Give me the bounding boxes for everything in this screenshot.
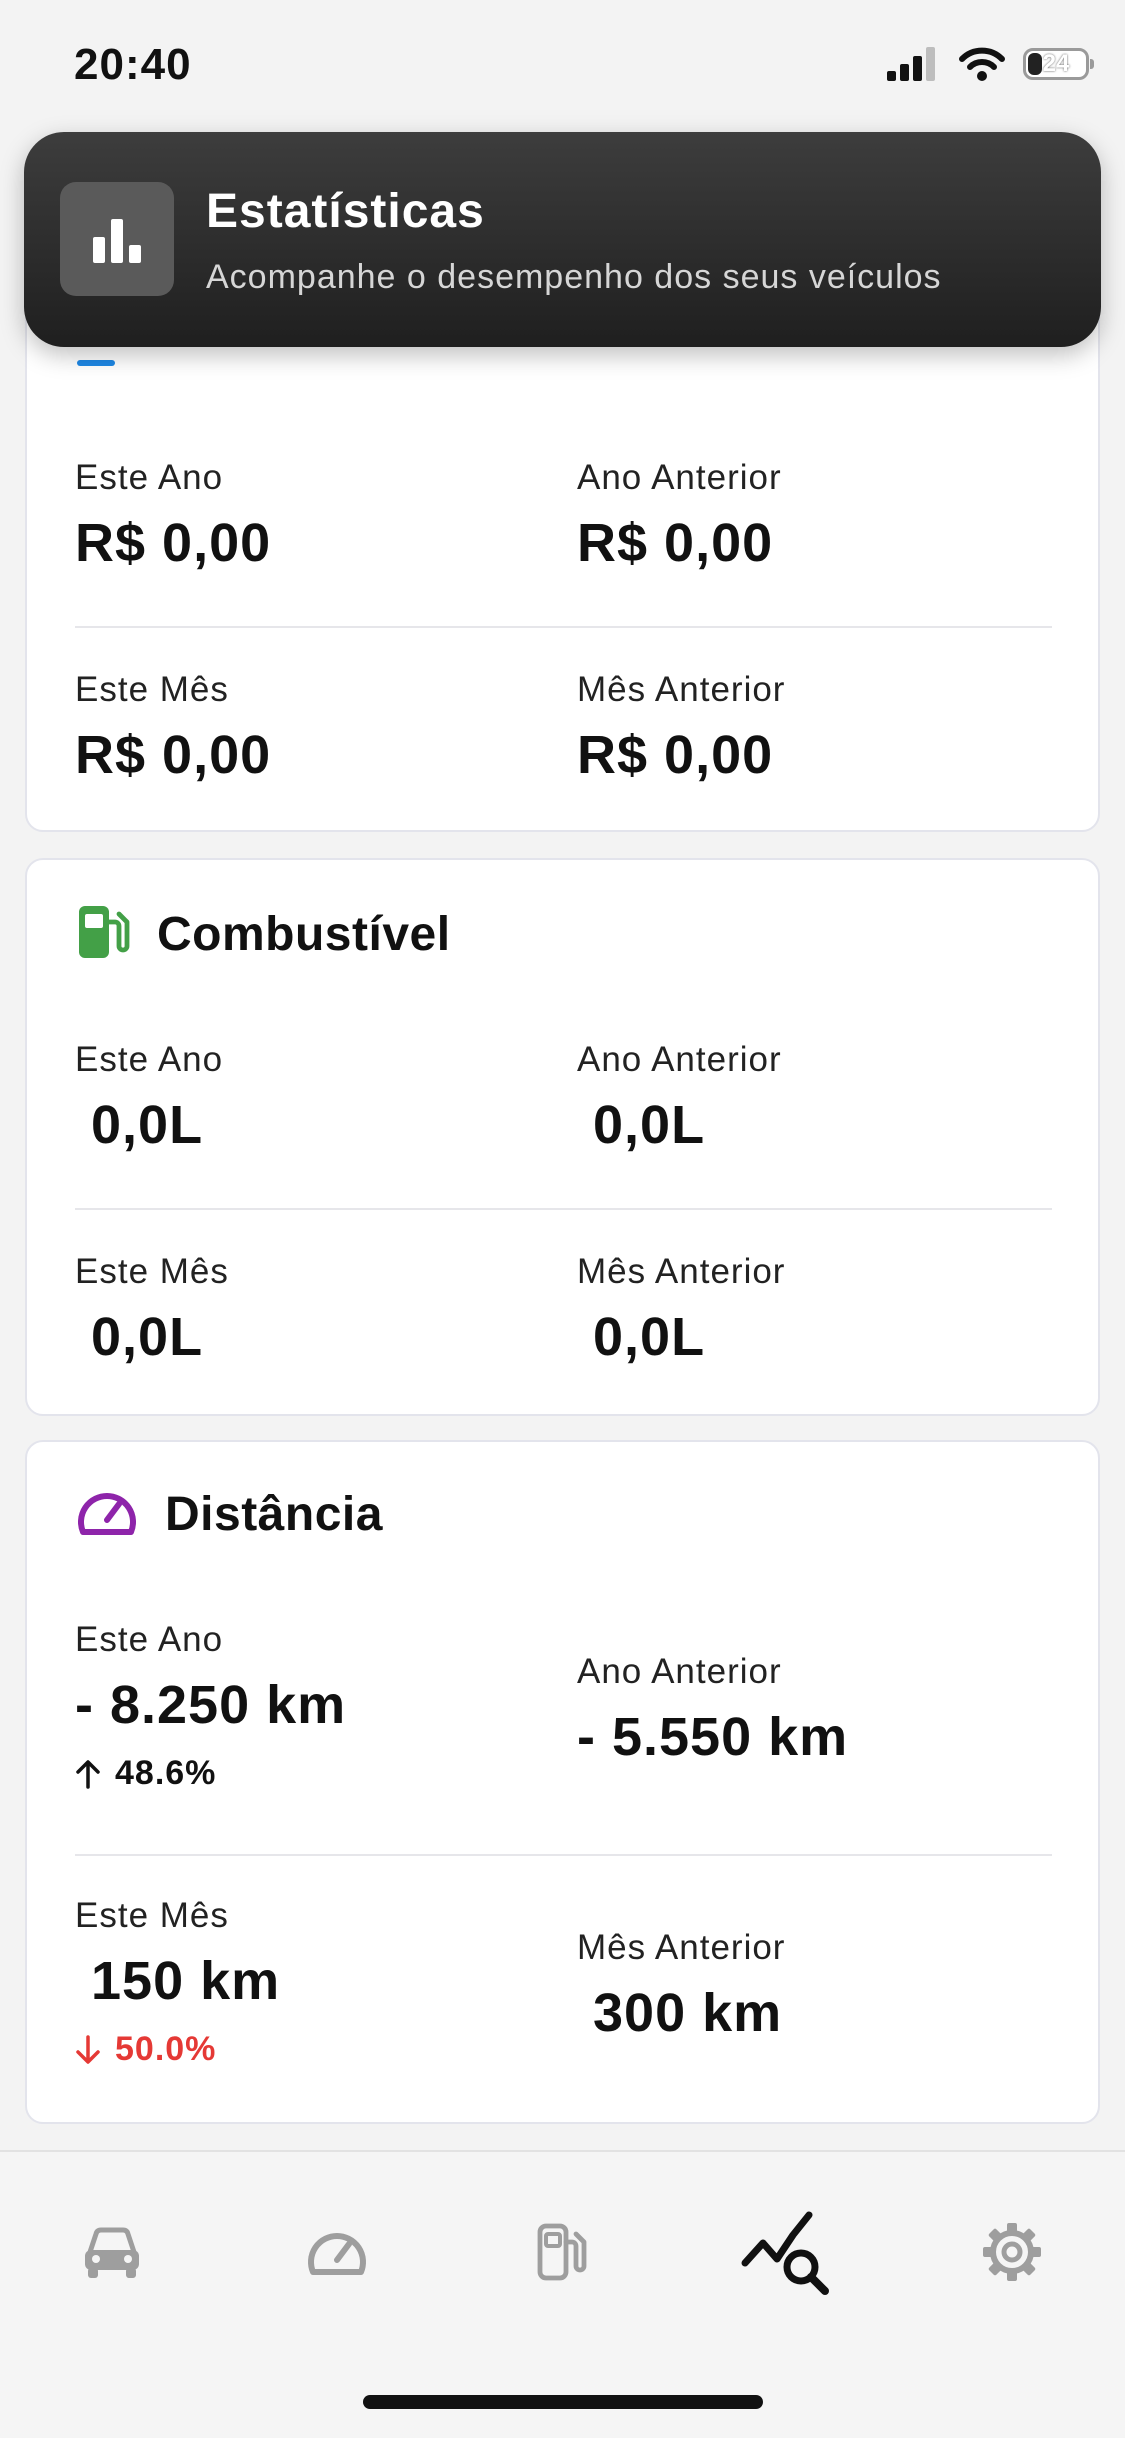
status-icons: 24 xyxy=(887,47,1094,81)
expenses-this-month: Este Mês R$ 0,00 xyxy=(75,670,271,786)
expenses-last-month: Mês Anterior R$ 0,00 xyxy=(577,670,785,786)
distance-last-year: Ano Anterior - 5.550 km xyxy=(577,1652,848,1768)
money-icon xyxy=(77,360,115,366)
tab-fuel[interactable] xyxy=(502,2192,622,2312)
fuel-last-month: Mês Anterior 0,0L xyxy=(577,1252,785,1368)
tab-car[interactable] xyxy=(52,2192,172,2312)
stat-value: 0,0L xyxy=(593,1307,706,1367)
stat-label: Mês Anterior xyxy=(577,1928,786,1967)
stat-value: R$ 0,00 xyxy=(75,725,272,785)
stat-value: 0,0L xyxy=(593,1095,706,1155)
fuel-pump-icon xyxy=(537,2223,587,2281)
arrow-up-icon xyxy=(76,1759,100,1789)
distance-card: Distância Este Ano - 8.250 km 48.6% Ano … xyxy=(25,1440,1100,2124)
stat-label: Este Mês xyxy=(75,670,229,709)
stat-value: 0,0L xyxy=(91,1307,204,1367)
stat-value: R$ 0,00 xyxy=(75,513,272,573)
home-indicator[interactable] xyxy=(363,2395,763,2409)
fuel-pump-icon xyxy=(75,902,131,967)
battery-icon: 24 xyxy=(1023,48,1094,80)
distance-last-month: Mês Anterior 300 km xyxy=(577,1928,785,2044)
status-time: 20:40 xyxy=(74,40,192,89)
stats-search-icon xyxy=(741,2211,829,2295)
stat-value: - 8.250 km xyxy=(75,1675,347,1735)
delta-value: 48.6% xyxy=(115,1754,217,1792)
fuel-this-year: Este Ano 0,0L xyxy=(75,1040,223,1156)
stat-value: R$ 0,00 xyxy=(577,513,774,573)
battery-level: 24 xyxy=(1042,50,1070,77)
stat-value: 150 km xyxy=(91,1951,281,2011)
stat-label: Ano Anterior xyxy=(577,1040,782,1079)
stat-label: Mês Anterior xyxy=(577,1252,786,1291)
stat-label: Este Mês xyxy=(75,1896,229,1935)
divider xyxy=(75,1208,1052,1210)
stat-label: Ano Anterior xyxy=(577,1652,782,1691)
car-icon xyxy=(85,2227,139,2278)
fuel-this-month: Este Mês 0,0L xyxy=(75,1252,229,1368)
delta-value: 50.0% xyxy=(115,2030,217,2068)
tab-statistics[interactable] xyxy=(727,2192,847,2312)
tab-settings[interactable] xyxy=(952,2192,1072,2312)
speedometer-icon xyxy=(308,2233,366,2275)
tab-odometer[interactable] xyxy=(277,2192,397,2312)
speedometer-icon xyxy=(75,1484,139,1545)
stat-label: Este Ano xyxy=(75,1040,224,1079)
stat-label: Ano Anterior xyxy=(577,458,782,497)
stat-value: - 5.550 km xyxy=(577,1707,849,1767)
stat-label: Este Mês xyxy=(75,1252,229,1291)
wifi-icon xyxy=(959,47,1005,81)
card-title: Combustível xyxy=(157,908,451,961)
cellular-signal-icon xyxy=(887,47,935,81)
status-bar: 20:40 24 xyxy=(0,0,1125,130)
delta-up: 48.6% xyxy=(75,1754,346,1793)
statistics-toast[interactable]: Estatísticas Acompanhe o desempenho dos … xyxy=(24,132,1101,347)
bar-chart-icon xyxy=(60,182,174,296)
gear-icon xyxy=(983,2223,1041,2281)
distance-this-month: Este Mês 150 km 50.0% xyxy=(75,1896,280,2069)
stat-label: Mês Anterior xyxy=(577,670,786,709)
delta-down: 50.0% xyxy=(75,2030,280,2069)
stat-value: 300 km xyxy=(593,1983,783,2043)
fuel-last-year: Ano Anterior 0,0L xyxy=(577,1040,782,1156)
arrow-down-icon xyxy=(76,2034,100,2064)
toast-subtitle: Acompanhe o desempenho dos seus veículos xyxy=(206,258,942,296)
expenses-this-year: Este Ano R$ 0,00 xyxy=(75,458,271,574)
fuel-card: Combustível Este Ano 0,0L Ano Anterior 0… xyxy=(25,858,1100,1416)
card-title: Distância xyxy=(165,1488,383,1541)
stat-label: Este Ano xyxy=(75,458,224,497)
stat-value: R$ 0,00 xyxy=(577,725,774,785)
stat-label: Este Ano xyxy=(75,1620,224,1659)
divider xyxy=(75,1854,1052,1856)
toast-title: Estatísticas xyxy=(206,185,485,238)
divider xyxy=(75,626,1052,628)
stat-value: 0,0L xyxy=(91,1095,204,1155)
expenses-last-year: Ano Anterior R$ 0,00 xyxy=(577,458,782,574)
distance-this-year: Este Ano - 8.250 km 48.6% xyxy=(75,1620,346,1793)
